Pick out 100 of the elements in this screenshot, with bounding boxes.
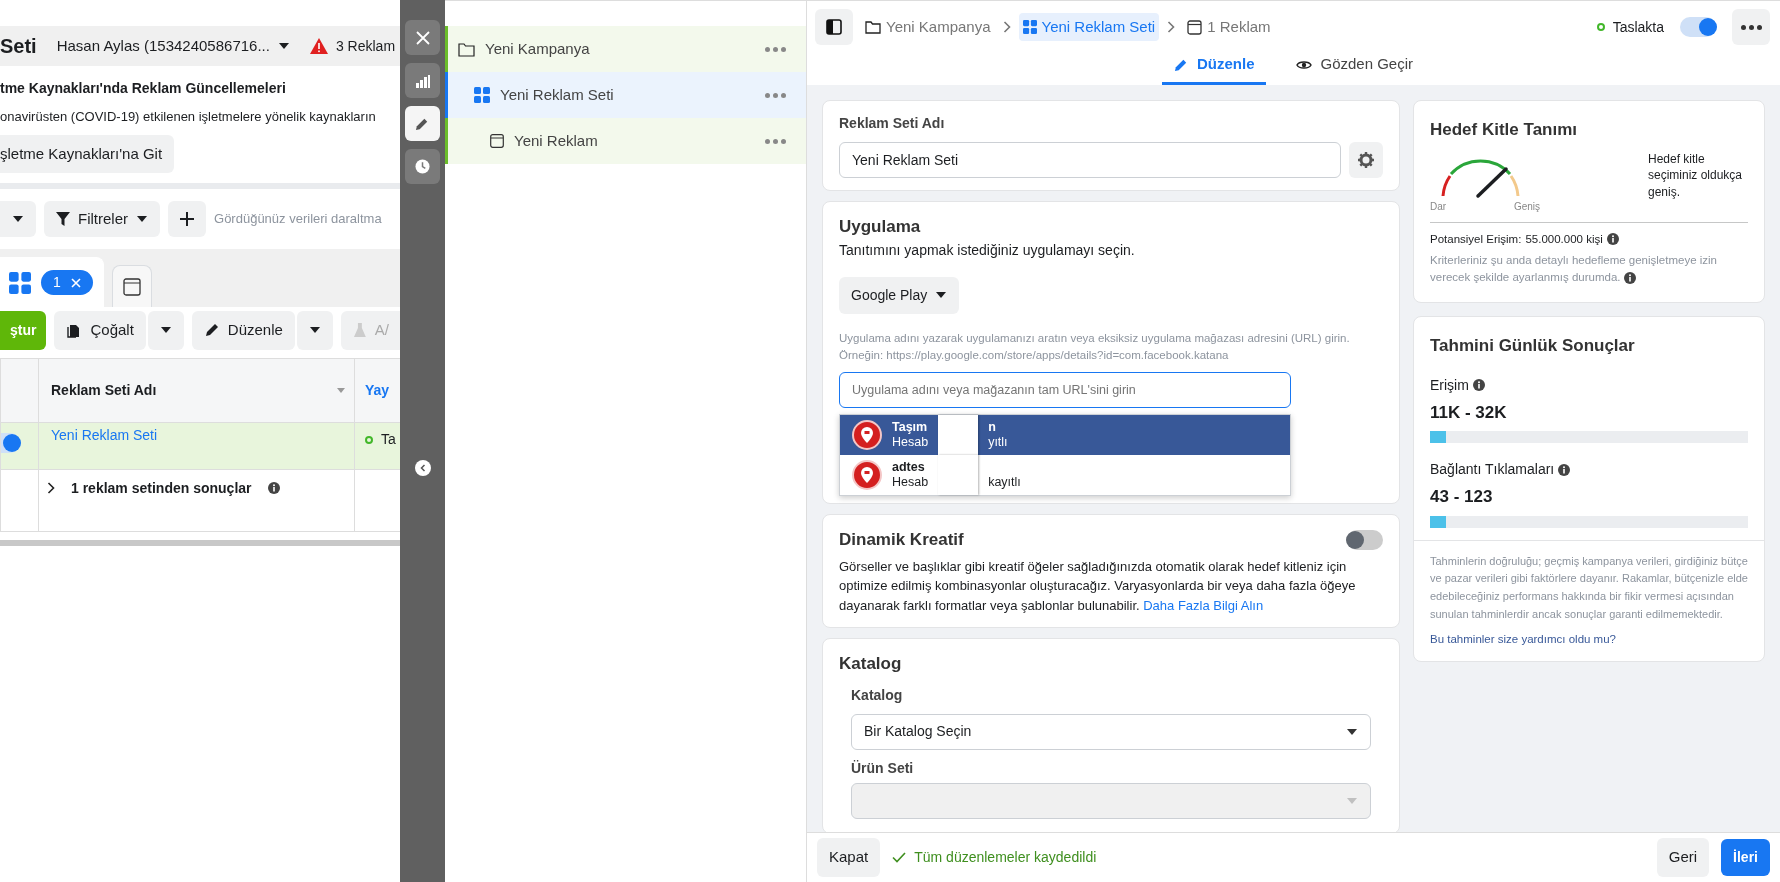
tree-item[interactable]: Yeni Reklam: [445, 118, 806, 164]
tree-label: Yeni Reklam Seti: [500, 84, 614, 105]
filters-button[interactable]: Filtreler: [44, 201, 160, 237]
grid-icon: [474, 87, 490, 103]
close-button[interactable]: Kapat: [817, 838, 881, 877]
page-title: Seti: [0, 34, 37, 59]
section-subtitle: Tanıtımını yapmak istediğiniz uygulamayı seçin.: [839, 240, 1136, 260]
info-icon: [1623, 271, 1636, 284]
chevron-right-icon: [1167, 21, 1176, 33]
status-label: Taslakta: [1612, 17, 1664, 37]
plus-icon: [180, 212, 194, 226]
sidebar-icon: [826, 19, 842, 35]
caret-icon: [1346, 796, 1358, 805]
eye-icon: [1296, 58, 1313, 71]
window-icon: [1187, 19, 1203, 35]
notice-text: onavirüsten (COVID-19) etkilenen işletmelere yönelik kaynakların: [0, 108, 377, 126]
suggestion-item[interactable]: adtes Hesab kayıtlı: [840, 455, 1290, 495]
warning-icon: [309, 38, 328, 54]
column-header[interactable]: Yay: [365, 381, 390, 398]
check-icon: [892, 852, 907, 863]
metric-label: Bağlantı Tıklamaları: [1430, 460, 1555, 480]
tab[interactable]: [111, 265, 152, 307]
tab[interactable]: 1: [0, 257, 104, 307]
search-field[interactable]: Gördüğünüz verileri daraltma: [214, 209, 400, 229]
column-header[interactable]: Reklam Seti Adı: [51, 379, 157, 401]
grid-icon: [9, 271, 31, 294]
filter-icon: [56, 212, 70, 226]
duplicate-button[interactable]: Çoğalt: [54, 311, 146, 350]
more-icon[interactable]: [765, 92, 786, 98]
toolbar-button[interactable]: [405, 20, 440, 55]
settings-button[interactable]: [1348, 142, 1383, 178]
resources-button[interactable]: şletme Kaynakları'na Git: [0, 134, 175, 173]
description-text: Görseller ve başlıklar gibi kreatif öğeler sağladığınızda otomatik olarak hedef kitleniz için optimize edilmiş kombinasyonlar oluşturacağız. Varyasyonlarda bir veya daha fazla öğeye dayanarak farklı formatlar veya şablonlar bulunabilir. Daha Fazla Bilgi Alın: [839, 557, 1357, 615]
status-toggle[interactable]: [1680, 17, 1716, 37]
add-button[interactable]: [168, 201, 206, 237]
feedback-link[interactable]: Bu tahminler size yardımcı oldu mu?: [1430, 631, 1616, 649]
toolbar-button[interactable]: [405, 106, 440, 141]
dropdown-button[interactable]: [147, 311, 184, 350]
edit-button[interactable]: Düzenle: [191, 311, 295, 350]
tab[interactable]: Gözden Geçir: [1284, 47, 1426, 85]
section-title: Uygulama: [839, 216, 922, 238]
tree-item[interactable]: Yeni Reklam Seti: [445, 72, 806, 118]
info-icon: [1472, 379, 1485, 392]
status-text: Ta: [381, 430, 396, 449]
caret-icon: [136, 215, 148, 223]
field-label: Ürün Seti: [851, 758, 915, 778]
settings-icon: [1357, 152, 1374, 168]
more-button[interactable]: [1732, 9, 1770, 45]
app-subtitle: yıtlı: [988, 435, 1008, 450]
grid-icon: [1022, 20, 1037, 34]
more-icon[interactable]: [765, 46, 786, 52]
folder-icon: [458, 41, 475, 57]
clock-icon: [415, 159, 430, 174]
name-field[interactable]: Yeni Reklam Seti: [839, 142, 1341, 178]
metric-label: Erişim: [1430, 375, 1469, 395]
collapse-button[interactable]: [415, 460, 431, 476]
learn-more-link[interactable]: Daha Fazla Bilgi Alın: [1143, 597, 1264, 613]
breadcrumb-link[interactable]: Yeni Kampanya: [861, 12, 995, 42]
back-button[interactable]: Geri: [1656, 838, 1710, 877]
suggestion-item[interactable]: Taşım Hesab n yıtlı: [840, 415, 1290, 455]
summary-text: 1 reklam setinden sonuçlar: [71, 478, 252, 498]
potential-reach-label: Potansiyel Erişim:: [1430, 231, 1522, 247]
tree-label: Yeni Kampanya: [485, 38, 590, 59]
info-icon: [1558, 463, 1571, 476]
filter-chip[interactable]: 1: [41, 270, 93, 295]
dropdown-button[interactable]: [296, 311, 333, 350]
panel-toggle-button[interactable]: [815, 9, 853, 45]
sort-icon: [337, 387, 345, 393]
catalog-select[interactable]: Bir Katalog Seçin: [851, 713, 1371, 750]
app-search-field[interactable]: Uygulama adını veya mağazanın tam URL'sini girin: [839, 372, 1291, 408]
gauge-label: Geniş: [1513, 199, 1540, 214]
app-name: Taşım: [892, 420, 929, 435]
info-icon: [1606, 233, 1619, 246]
gauge-label: Dar: [1430, 199, 1447, 214]
dropdown-button[interactable]: [0, 201, 36, 237]
close-icon: [70, 277, 81, 288]
expand-icon[interactable]: [47, 482, 55, 494]
section-title: Katalog: [839, 653, 903, 675]
more-icon[interactable]: [765, 138, 786, 144]
toolbar-button[interactable]: [405, 149, 440, 184]
store-dropdown[interactable]: Google Play: [839, 276, 960, 314]
adset-link[interactable]: Yeni Reklam Seti: [51, 426, 158, 443]
caret-icon: [12, 215, 24, 223]
tree-item[interactable]: Yeni Kampanya: [445, 26, 806, 72]
next-button[interactable]: İleri: [1721, 839, 1770, 876]
pencil-icon: [415, 116, 430, 131]
alert-link[interactable]: 3 Reklam: [335, 35, 396, 57]
close-icon: [415, 30, 430, 45]
app-name: n: [988, 420, 997, 435]
help-text: Uygulama adını yazarak uygulamanızı aratın veya eksiksiz uygulama mağazası adresini (URL) girin.: [839, 330, 1351, 346]
app-icon: [852, 420, 882, 450]
pencil-icon: [203, 322, 220, 339]
breadcrumb-link[interactable]: 1 Reklam: [1183, 12, 1275, 42]
account-selector[interactable]: Hasan Aylas (1534240586716...: [56, 34, 290, 58]
breadcrumb-link[interactable]: Yeni Reklam Seti: [1018, 12, 1160, 42]
status-dot-icon: [365, 435, 373, 444]
notice-title: tme Kaynakları'nda Reklam Güncellemeleri: [0, 79, 287, 98]
save-status: Tüm düzenlemeler kaydedildi: [914, 848, 1097, 867]
toolbar-button[interactable]: [405, 63, 440, 98]
toggle-switch[interactable]: [1347, 529, 1383, 550]
